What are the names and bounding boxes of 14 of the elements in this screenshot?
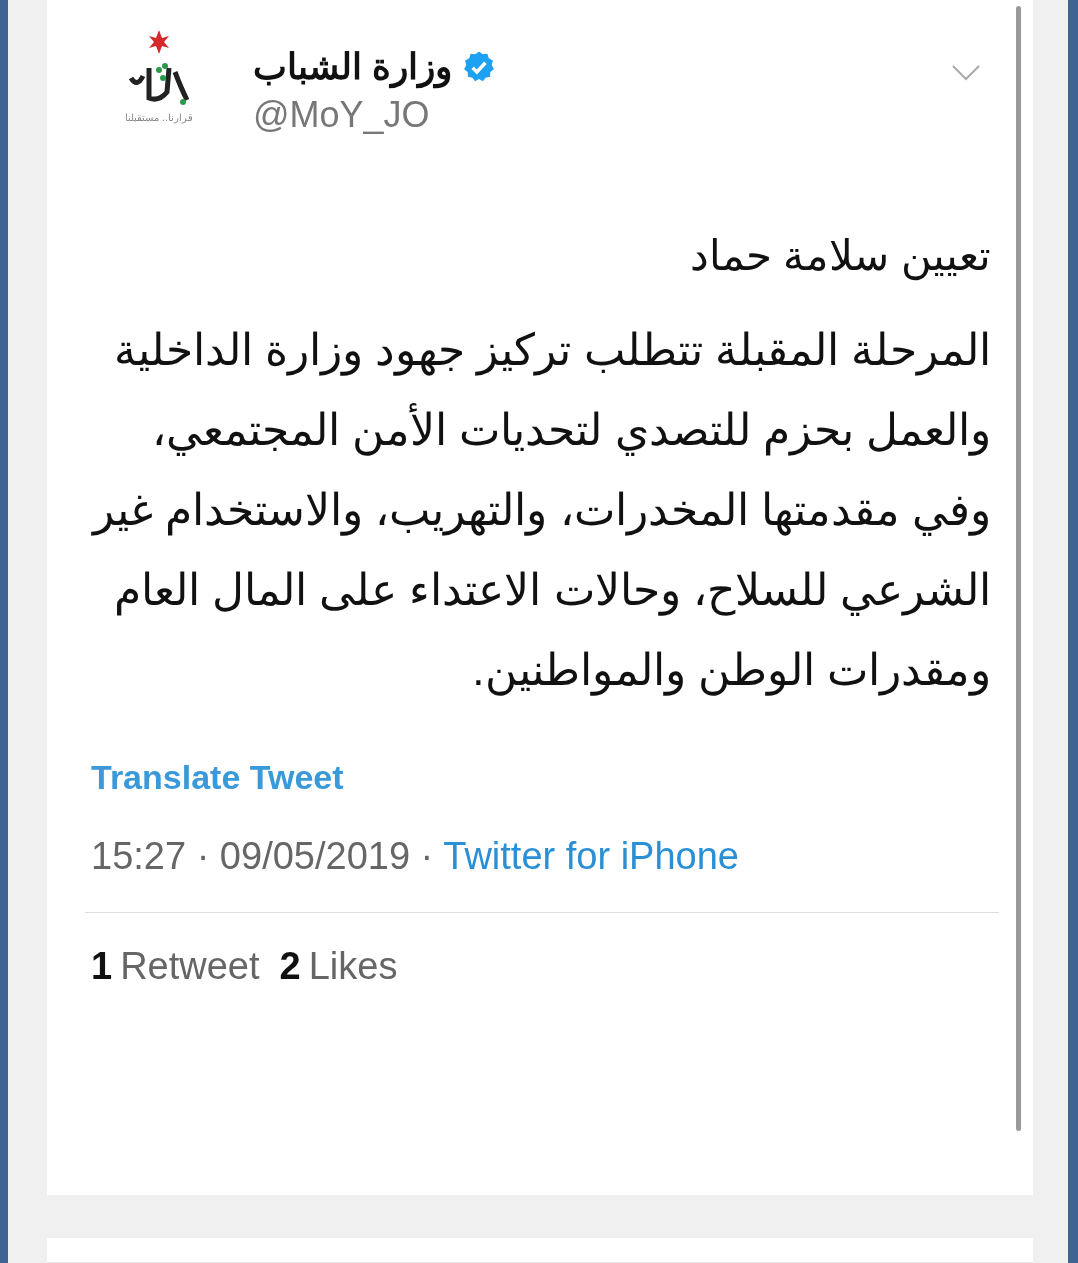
logo-tagline: قرارنا.. مستقبلنا (125, 112, 193, 123)
tweet-text: المرحلة المقبلة تتطلب تركيز جهود وزارة الداخلية والعمل بحزم للتصدي لتحديات الأمن المجتمعي، وفي مقدمتها المخدرات، والتهريب، والاستخدام غير الشرعي للسلاح، وحالات الاعتداء على المال العام ومقدرات الوطن والمواطنين. (91, 324, 991, 698)
stat-count: 1 (91, 945, 113, 988)
stat-label[interactable]: Likes (308, 945, 398, 988)
stat-count: 2 (279, 945, 301, 988)
stat-label[interactable]: Retweet (120, 945, 260, 988)
tweet-timestamp: 15:27 · 09/05/2019 · (91, 835, 434, 878)
chevron-down-icon[interactable] (951, 64, 981, 82)
scrollbar[interactable] (1016, 6, 1021, 1131)
author-handle: @MoY_JO (253, 94, 431, 136)
source-link[interactable]: Twitter for iPhone (443, 835, 739, 878)
author-name: وزارة الشباب (253, 46, 452, 88)
tweet-title: تعيين سلامة حماد (688, 231, 991, 283)
translate-link[interactable]: Translate Tweet (91, 758, 344, 797)
